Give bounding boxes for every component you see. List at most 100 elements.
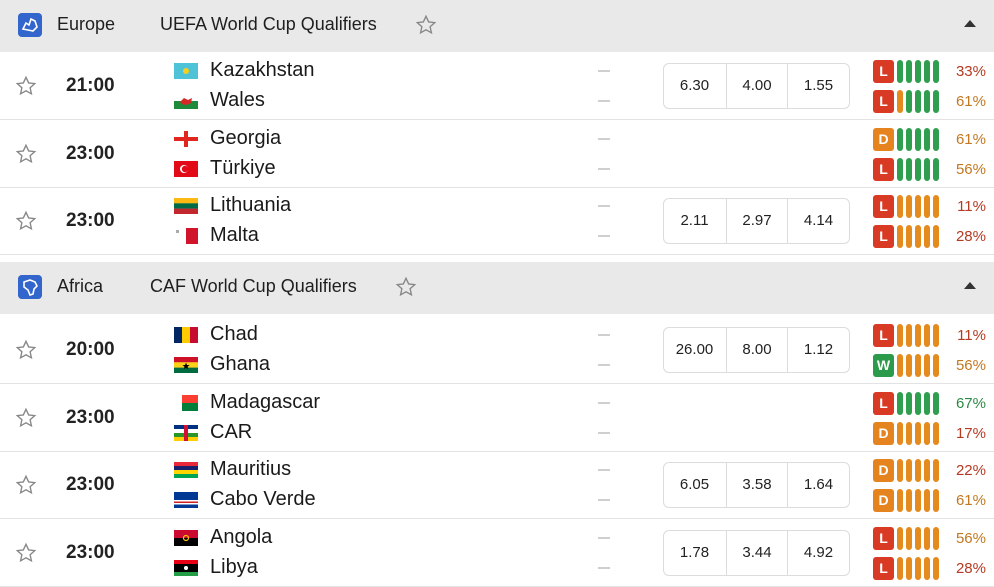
match-row[interactable]: 20:00 Chad Ghana 26.00 8.00 1.12 L 11% W 56% bbox=[0, 317, 994, 384]
odds-home-button[interactable]: 26.00 bbox=[664, 328, 725, 372]
odds-away-button[interactable]: 1.12 bbox=[787, 328, 849, 372]
away-team[interactable]: Cabo Verde bbox=[174, 488, 474, 512]
win-probability: 17% bbox=[955, 424, 986, 442]
wales-flag-icon bbox=[174, 93, 198, 109]
odds-away-button[interactable]: 4.92 bbox=[787, 530, 849, 575]
odds-away-button[interactable]: 1.55 bbox=[787, 64, 849, 108]
team-name: Cabo Verde bbox=[210, 488, 316, 510]
win-probability: 67% bbox=[955, 394, 986, 412]
league-header-europe[interactable]: Europe UEFA World Cup Qualifiers bbox=[0, 0, 994, 52]
form-pill bbox=[906, 225, 912, 248]
match-row[interactable]: 23:00 Mauritius Cabo Verde 6.05 3.58 1.64 D 2… bbox=[0, 452, 994, 519]
home-score-placeholder bbox=[598, 401, 610, 404]
kazakhstan-flag-icon bbox=[174, 63, 198, 79]
home-team[interactable]: Angola bbox=[174, 526, 474, 550]
kickoff-time: 23:00 bbox=[66, 210, 115, 231]
mauritius-flag-icon bbox=[174, 462, 198, 478]
odds-home-button[interactable]: 6.05 bbox=[664, 463, 725, 507]
star-outline-icon[interactable] bbox=[415, 14, 437, 36]
league-name[interactable]: CAF World Cup Qualifiers bbox=[150, 276, 357, 297]
team-form: D bbox=[873, 459, 945, 483]
away-team[interactable]: Libya bbox=[174, 556, 474, 580]
form-pill bbox=[915, 127, 921, 151]
form-pill bbox=[915, 489, 921, 512]
away-score-placeholder bbox=[598, 100, 610, 102]
odds-box: 6.05 3.58 1.64 bbox=[663, 462, 850, 508]
chevron-up-icon[interactable] bbox=[964, 282, 976, 289]
star-outline-icon[interactable] bbox=[15, 474, 37, 496]
team-name: Ghana bbox=[210, 353, 271, 375]
home-team[interactable]: Lithuania bbox=[174, 194, 474, 218]
odds-home-button[interactable]: 2.11 bbox=[664, 199, 725, 243]
chevron-up-icon[interactable] bbox=[964, 20, 976, 27]
last-result-badge: L bbox=[873, 556, 894, 580]
form-pill bbox=[924, 556, 930, 580]
team-name: Georgia bbox=[210, 126, 282, 149]
away-team[interactable]: Türkiye bbox=[174, 157, 474, 181]
odds-home-button[interactable]: 1.78 bbox=[664, 531, 725, 575]
star-outline-icon[interactable] bbox=[15, 143, 37, 165]
form-pill bbox=[924, 60, 930, 83]
star-outline-icon[interactable] bbox=[15, 542, 37, 564]
form-pill bbox=[915, 195, 921, 218]
region-name: Europe bbox=[57, 14, 116, 34]
last-result-badge: D bbox=[873, 127, 894, 151]
last-result-badge: L bbox=[873, 90, 894, 113]
win-probability: 11% bbox=[957, 198, 986, 215]
match-row[interactable]: 23:00 Georgia Türkiye D 61% L 56% bbox=[0, 120, 994, 188]
team-form: D bbox=[873, 421, 945, 446]
form-pill bbox=[924, 90, 930, 113]
odds-draw-button[interactable]: 3.58 bbox=[725, 463, 788, 507]
away-team[interactable]: Ghana bbox=[174, 353, 474, 377]
away-team[interactable]: Malta bbox=[174, 224, 474, 248]
form-pill bbox=[897, 489, 903, 512]
form-pill bbox=[906, 157, 912, 181]
last-result-badge: L bbox=[873, 195, 894, 218]
star-outline-icon[interactable] bbox=[15, 339, 37, 361]
home-team[interactable]: Madagascar bbox=[174, 391, 474, 415]
away-team[interactable]: CAR bbox=[174, 421, 474, 445]
win-probability: 61% bbox=[955, 130, 986, 148]
form-pill bbox=[924, 157, 930, 181]
last-result-badge: L bbox=[873, 60, 894, 83]
form-pill bbox=[924, 225, 930, 248]
odds-draw-button[interactable]: 4.00 bbox=[725, 64, 788, 108]
form-pill bbox=[924, 526, 930, 550]
match-row[interactable]: 23:00 Lithuania Malta 2.11 2.97 4.14 L 11% L 28… bbox=[0, 188, 994, 255]
home-team[interactable]: Mauritius bbox=[174, 458, 474, 482]
malta-flag-icon bbox=[174, 228, 198, 244]
league-header-africa[interactable]: Africa CAF World Cup Qualifiers bbox=[0, 262, 994, 314]
odds-draw-button[interactable]: 8.00 bbox=[725, 328, 788, 372]
odds-draw-button[interactable]: 3.44 bbox=[725, 530, 788, 575]
odds-away-button[interactable]: 4.14 bbox=[787, 199, 849, 243]
star-outline-icon[interactable] bbox=[15, 210, 37, 232]
home-score-placeholder bbox=[598, 70, 610, 72]
star-outline-icon[interactable] bbox=[395, 276, 417, 298]
form-pill bbox=[906, 354, 912, 377]
away-score-placeholder bbox=[598, 167, 610, 170]
away-score-placeholder bbox=[598, 566, 610, 569]
star-outline-icon[interactable] bbox=[15, 75, 37, 97]
home-team[interactable]: Georgia bbox=[174, 127, 474, 151]
odds-away-button[interactable]: 1.64 bbox=[787, 463, 849, 507]
form-pill bbox=[924, 127, 930, 151]
star-outline-icon[interactable] bbox=[15, 407, 37, 429]
georgia-flag-icon bbox=[174, 130, 198, 147]
home-team[interactable]: Kazakhstan bbox=[174, 59, 474, 83]
match-row[interactable]: 21:00 Kazakhstan Wales 6.30 4.00 1.55 L 33% L 6… bbox=[0, 53, 994, 120]
form-pill bbox=[906, 489, 912, 512]
odds-home-button[interactable]: 6.30 bbox=[664, 64, 725, 108]
odds-draw-button[interactable]: 2.97 bbox=[725, 199, 788, 243]
league-name[interactable]: UEFA World Cup Qualifiers bbox=[160, 14, 377, 35]
form-pill bbox=[906, 459, 912, 482]
form-pill bbox=[906, 90, 912, 113]
win-probability: 28% bbox=[955, 228, 986, 245]
home-team[interactable]: Chad bbox=[174, 323, 474, 347]
form-pill bbox=[897, 354, 903, 377]
match-row[interactable]: 23:00 Angola Libya 1.78 3.44 4.92 L 56% L 28% bbox=[0, 519, 994, 587]
africa-map-icon bbox=[18, 275, 42, 299]
team-name: Madagascar bbox=[210, 390, 321, 413]
match-row[interactable]: 23:00 Madagascar CAR L 67% D 17% bbox=[0, 384, 994, 452]
form-pill bbox=[924, 195, 930, 218]
away-team[interactable]: Wales bbox=[174, 89, 474, 113]
